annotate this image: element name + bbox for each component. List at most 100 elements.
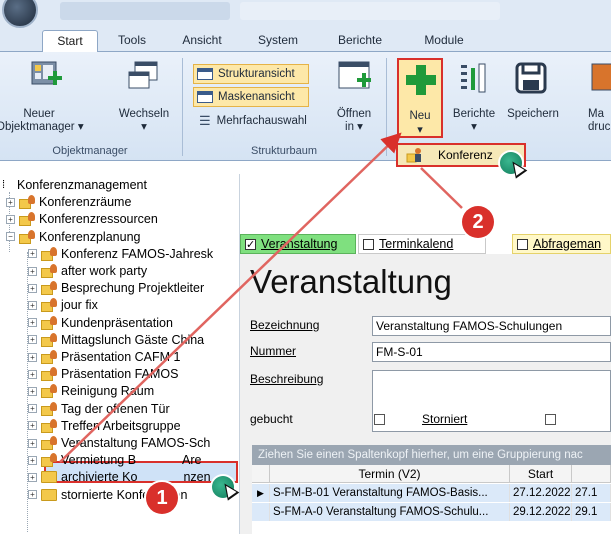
mass-print-button[interactable]: Ma xyxy=(588,108,611,121)
column-header-end[interactable] xyxy=(572,465,611,483)
step-badge-1: 1 xyxy=(146,482,178,514)
tab-start[interactable]: Start xyxy=(42,30,98,52)
tree-item[interactable]: ⁞ Konferenzmanagement xyxy=(2,176,147,194)
conference-icon xyxy=(41,384,57,399)
expand-toggle-icon[interactable]: + xyxy=(6,214,15,224)
expand-toggle-icon[interactable]: + xyxy=(28,352,37,362)
tree-item[interactable]: + jour fix xyxy=(28,296,98,314)
conference-icon xyxy=(19,212,35,227)
tab-abfragemanager-label: Abfrageman xyxy=(533,237,602,251)
checkbox-abfragemanager[interactable] xyxy=(517,238,528,250)
tree-item-label: Konferenzplanung xyxy=(39,229,141,244)
reports-button[interactable]: Berichte xyxy=(448,108,500,121)
tree-item[interactable]: + Kundenpräsentation xyxy=(28,314,173,332)
tree-item[interactable]: + Reinigung Raum xyxy=(28,382,154,400)
column-header-termin[interactable]: Termin (V2) xyxy=(270,465,510,483)
conference-icon xyxy=(41,264,57,278)
tree-item[interactable]: + Vermietung B Are xyxy=(28,451,202,469)
group-by-hint[interactable]: Ziehen Sie einen Spaltenkopf hierher, um… xyxy=(252,445,611,465)
tree-item-label: Konferenzräume xyxy=(39,195,132,210)
tree-item[interactable]: + Mittagslunch Gäste China xyxy=(28,331,204,349)
bezeichnung-input[interactable]: Veranstaltung FAMOS-Schulungen xyxy=(372,316,611,336)
expand-toggle-icon[interactable]: + xyxy=(28,249,37,259)
beschreibung-textarea[interactable] xyxy=(372,370,611,432)
tab-module[interactable]: Module xyxy=(412,30,476,52)
tree-item[interactable]: − Konferenzplanung xyxy=(6,228,140,246)
tree-item[interactable]: + Präsentation FAMOS xyxy=(28,365,178,383)
cell-termin: S-FM-B-01 Veranstaltung FAMOS-Basis... xyxy=(270,484,510,502)
tree-item[interactable]: + Konferenzräume xyxy=(6,193,131,211)
switch-dropdown-chevron[interactable]: ▾ xyxy=(136,121,152,134)
expand-toggle-icon[interactable]: + xyxy=(28,455,37,465)
detail-tabs: Veranstaltung Terminkalend Abfrageman xyxy=(240,234,611,254)
checkbox-terminkalender[interactable] xyxy=(363,238,374,250)
expand-toggle-icon[interactable]: + xyxy=(28,369,37,379)
tree-item[interactable]: + Konferenzressourcen xyxy=(6,210,158,228)
mask-view-label: Maskenansicht xyxy=(218,91,295,103)
cell-termin: S-FM-A-0 Veranstaltung FAMOS-Schulu... xyxy=(270,503,510,521)
tab-ansicht[interactable]: Ansicht xyxy=(172,30,232,52)
app-menu-orb[interactable] xyxy=(2,0,38,28)
expand-toggle-icon[interactable]: + xyxy=(28,404,37,414)
tab-berichte[interactable]: Berichte xyxy=(328,30,392,52)
new-dropdown-chevron[interactable]: ▾ xyxy=(399,123,441,136)
new-object-manager-button[interactable]: Neuer xyxy=(10,108,68,121)
tree-item-label: archivierte Ko xyxy=(61,470,138,485)
tab-veranstaltung[interactable]: Veranstaltung xyxy=(240,234,356,254)
expand-toggle-icon[interactable]: + xyxy=(28,266,37,276)
expand-toggle-icon[interactable]: + xyxy=(28,472,37,482)
checkbox-veranstaltung[interactable] xyxy=(245,236,256,254)
mask-view-button[interactable]: Maskenansicht xyxy=(193,87,309,107)
expand-toggle-icon[interactable]: + xyxy=(28,283,37,293)
expand-toggle-icon[interactable]: + xyxy=(28,318,37,328)
switch-window-icon xyxy=(128,61,158,89)
open-in-button[interactable]: Öffnen xyxy=(334,108,374,121)
tree-item-label: Präsentation FAMOS xyxy=(61,367,179,382)
tab-system[interactable]: System xyxy=(250,30,306,52)
structure-view-label: Strukturansicht xyxy=(218,68,295,80)
structure-view-button[interactable]: Strukturansicht xyxy=(193,64,309,84)
group-separator xyxy=(386,58,387,156)
tree-item[interactable]: + Besprechung Projektleiter xyxy=(28,279,204,297)
expand-toggle-icon[interactable]: + xyxy=(28,300,37,310)
nummer-input[interactable]: FM-S-01 xyxy=(372,342,611,362)
cell-start: 29.12.2022 xyxy=(510,503,572,521)
expand-toggle-icon[interactable]: + xyxy=(6,197,15,207)
table-row[interactable]: S-FM-A-0 Veranstaltung FAMOS-Schulu... 2… xyxy=(252,503,611,521)
reports-dropdown-chevron[interactable]: ▾ xyxy=(466,121,482,134)
tab-abfragemanager[interactable]: Abfrageman xyxy=(512,234,611,254)
tree-item[interactable]: + Treffen Arbeitsgruppe xyxy=(28,417,181,435)
storniert-checkbox[interactable] xyxy=(545,414,556,425)
current-row-indicator-icon: ▶ xyxy=(252,484,270,502)
tree-item[interactable]: + archivierte Ko nzen xyxy=(28,468,211,486)
new-button-label: Neu xyxy=(409,110,431,122)
column-header-start[interactable]: Start xyxy=(510,465,572,483)
reports-icon xyxy=(461,63,486,93)
tree-item-label: Präsentation CAFM 1 xyxy=(61,350,181,364)
tree-item[interactable]: + Präsentation CAFM 1 xyxy=(28,348,181,366)
expand-toggle-icon[interactable]: + xyxy=(28,438,37,448)
tree-item[interactable]: + after work party xyxy=(28,262,147,280)
tree-item-label: Veranstaltung FAMOS-Sch xyxy=(61,436,211,450)
expand-toggle-icon[interactable]: + xyxy=(28,335,37,345)
tree-root-icon: ⁞ xyxy=(2,179,6,191)
expand-toggle-icon[interactable]: − xyxy=(6,232,15,242)
gebucht-checkbox[interactable] xyxy=(374,414,385,425)
tree-item[interactable]: + Tag der offenen Tür xyxy=(28,400,170,418)
expand-toggle-icon[interactable]: + xyxy=(28,421,37,431)
tree-item[interactable]: + Veranstaltung FAMOS-Sch xyxy=(28,434,210,452)
tab-tools[interactable]: Tools xyxy=(108,30,156,52)
switch-button[interactable]: Wechseln xyxy=(118,108,170,121)
multi-select-button[interactable]: ☰ Mehrfachauswahl xyxy=(199,112,307,130)
expand-toggle-icon[interactable]: + xyxy=(28,490,37,500)
tab-terminkalender[interactable]: Terminkalend xyxy=(358,234,486,254)
expand-toggle-icon[interactable]: + xyxy=(28,386,37,396)
save-button[interactable]: Speichern xyxy=(506,108,560,121)
new-button[interactable]: Neu ▾ xyxy=(397,58,443,138)
tree-item-label: Treffen Arbeitsgruppe xyxy=(61,418,181,433)
conference-icon xyxy=(406,148,421,163)
conference-icon xyxy=(41,418,57,433)
plus-icon xyxy=(406,65,436,95)
table-row[interactable]: ▶ S-FM-B-01 Veranstaltung FAMOS-Basis...… xyxy=(252,484,611,502)
tree-item[interactable]: + Konferenz FAMOS-Jahresk xyxy=(28,245,213,263)
